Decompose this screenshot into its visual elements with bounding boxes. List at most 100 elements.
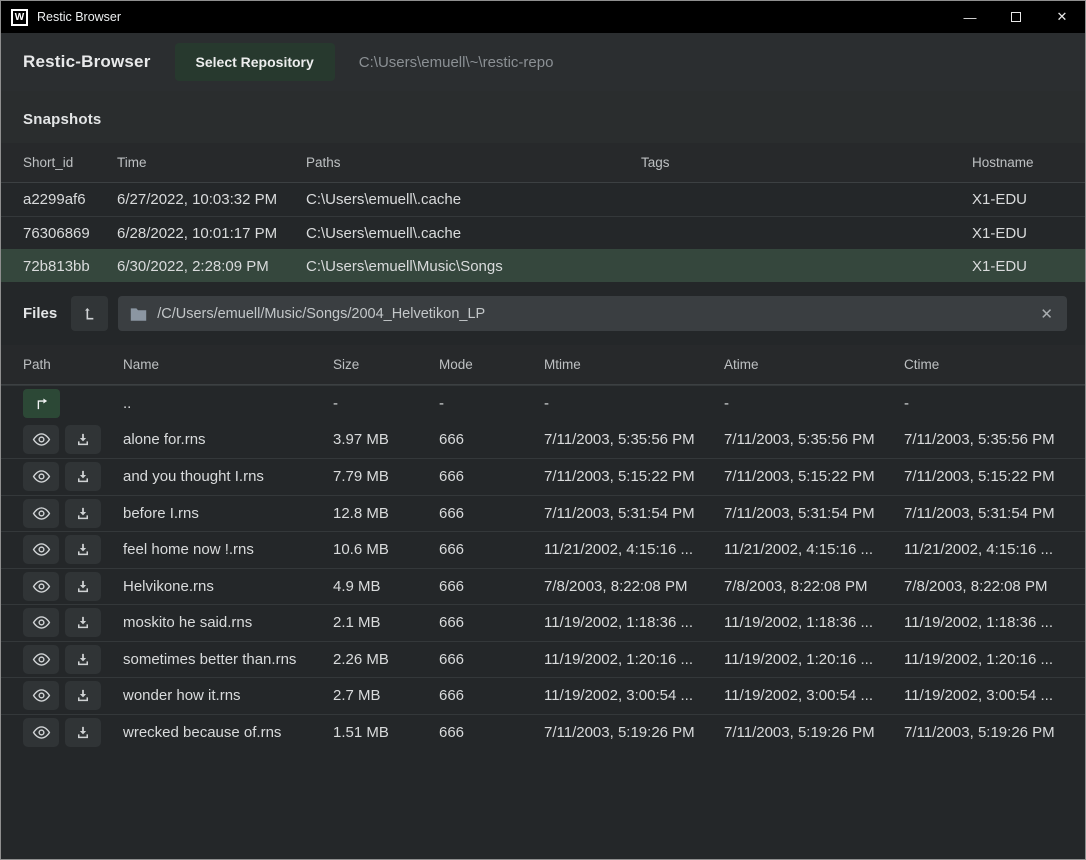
snapshot-hostname: X1-EDU <box>972 191 1067 208</box>
clear-path-button[interactable]: ✕ <box>1038 305 1055 323</box>
parent-directory-row: .. - - - - - <box>1 385 1085 422</box>
col-mode: Mode <box>439 357 544 372</box>
file-mode: 666 <box>439 687 544 704</box>
wails-app-icon: W <box>11 9 28 26</box>
file-atime: 7/11/2003, 5:19:26 PM <box>724 724 904 741</box>
file-row: Helvikone.rns 4.9 MB 666 7/8/2003, 8:22:… <box>1 568 1085 605</box>
col-name: Name <box>123 357 333 372</box>
folder-icon <box>130 307 147 321</box>
download-file-button[interactable] <box>65 572 101 601</box>
file-name: wonder how it.rns <box>123 687 333 704</box>
parent-name: .. <box>123 395 333 412</box>
preview-file-button[interactable] <box>23 572 59 601</box>
download-file-button[interactable] <box>65 681 101 710</box>
preview-file-button[interactable] <box>23 645 59 674</box>
files-table-header: Path Name Size Mode Mtime Atime Ctime <box>1 345 1085 385</box>
col-time: Time <box>117 155 306 170</box>
snapshot-time: 6/30/2022, 2:28:09 PM <box>117 258 306 275</box>
preview-file-button[interactable] <box>23 535 59 564</box>
file-mode: 666 <box>439 724 544 741</box>
file-atime: 7/11/2003, 5:31:54 PM <box>724 505 904 522</box>
download-file-button[interactable] <box>65 462 101 491</box>
minimize-button[interactable]: — <box>947 1 993 33</box>
snapshot-hostname: X1-EDU <box>972 225 1067 242</box>
file-size: 2.1 MB <box>333 614 439 631</box>
file-ctime: 11/19/2002, 1:18:36 ... <box>904 614 1067 631</box>
preview-file-button[interactable] <box>23 499 59 528</box>
snapshots-section-header: Snapshots <box>1 91 1085 143</box>
file-size: 4.9 MB <box>333 578 439 595</box>
parent-mode: - <box>439 395 544 412</box>
file-row: sometimes better than.rns 2.26 MB 666 11… <box>1 641 1085 678</box>
col-size: Size <box>333 357 439 372</box>
file-mode: 666 <box>439 505 544 522</box>
snapshot-paths: C:\Users\emuell\.cache <box>306 225 641 242</box>
file-name: and you thought I.rns <box>123 468 333 485</box>
download-icon <box>75 615 91 630</box>
file-atime: 11/19/2002, 1:18:36 ... <box>724 614 904 631</box>
download-file-button[interactable] <box>65 535 101 564</box>
file-mtime: 11/19/2002, 3:00:54 ... <box>544 687 724 704</box>
eye-icon <box>32 542 51 557</box>
preview-file-button[interactable] <box>23 608 59 637</box>
download-file-button[interactable] <box>65 608 101 637</box>
preview-file-button[interactable] <box>23 681 59 710</box>
file-size: 2.7 MB <box>333 687 439 704</box>
snapshot-row[interactable]: 72b813bb 6/30/2022, 2:28:09 PM C:\Users\… <box>1 249 1085 282</box>
file-mtime: 11/19/2002, 1:20:16 ... <box>544 651 724 668</box>
file-mtime: 7/11/2003, 5:35:56 PM <box>544 431 724 448</box>
snapshots-table-header: Short_id Time Paths Tags Hostname <box>1 143 1085 183</box>
preview-file-button[interactable] <box>23 462 59 491</box>
download-file-button[interactable] <box>65 645 101 674</box>
download-file-button[interactable] <box>65 425 101 454</box>
col-hostname: Hostname <box>972 155 1067 170</box>
file-row: moskito he said.rns 2.1 MB 666 11/19/200… <box>1 604 1085 641</box>
go-up-button[interactable] <box>23 389 60 418</box>
file-atime: 7/8/2003, 8:22:08 PM <box>724 578 904 595</box>
file-ctime: 11/19/2002, 3:00:54 ... <box>904 687 1067 704</box>
download-icon <box>75 432 91 447</box>
download-icon <box>75 469 91 484</box>
file-size: 7.79 MB <box>333 468 439 485</box>
download-icon <box>75 688 91 703</box>
file-mtime: 7/11/2003, 5:15:22 PM <box>544 468 724 485</box>
eye-icon <box>32 725 51 740</box>
preview-file-button[interactable] <box>23 425 59 454</box>
preview-file-button[interactable] <box>23 718 59 747</box>
file-atime: 11/19/2002, 3:00:54 ... <box>724 687 904 704</box>
files-table-body: alone for.rns 3.97 MB 666 7/11/2003, 5:3… <box>1 422 1085 751</box>
window-title: Restic Browser <box>37 10 947 24</box>
download-icon <box>75 725 91 740</box>
file-mtime: 7/11/2003, 5:19:26 PM <box>544 724 724 741</box>
files-bar: Files /C/Users/emuell/Music/Songs/2004_H… <box>1 282 1085 345</box>
file-ctime: 7/11/2003, 5:15:22 PM <box>904 468 1067 485</box>
col-mtime: Mtime <box>544 357 724 372</box>
close-icon: ✕ <box>1040 306 1053 323</box>
snapshot-row[interactable]: a2299af6 6/27/2022, 10:03:32 PM C:\Users… <box>1 183 1085 216</box>
snapshot-row[interactable]: 76306869 6/28/2022, 10:01:17 PM C:\Users… <box>1 216 1085 249</box>
close-button[interactable]: ✕ <box>1039 1 1085 33</box>
col-ctime: Ctime <box>904 357 1067 372</box>
file-size: 12.8 MB <box>333 505 439 522</box>
parent-atime: - <box>724 395 904 412</box>
file-row: and you thought I.rns 7.79 MB 666 7/11/2… <box>1 458 1085 495</box>
download-file-button[interactable] <box>65 718 101 747</box>
tree-mode-toggle-button[interactable] <box>71 296 108 331</box>
file-mtime: 7/11/2003, 5:31:54 PM <box>544 505 724 522</box>
col-paths: Paths <box>306 155 641 170</box>
file-name: alone for.rns <box>123 431 333 448</box>
file-size: 1.51 MB <box>333 724 439 741</box>
snapshot-paths: C:\Users\emuell\.cache <box>306 191 641 208</box>
current-path-bar[interactable]: /C/Users/emuell/Music/Songs/2004_Helveti… <box>118 296 1067 331</box>
col-tags: Tags <box>641 155 972 170</box>
download-file-button[interactable] <box>65 499 101 528</box>
file-size: 3.97 MB <box>333 431 439 448</box>
file-row: wonder how it.rns 2.7 MB 666 11/19/2002,… <box>1 677 1085 714</box>
file-name: moskito he said.rns <box>123 614 333 631</box>
file-name: before I.rns <box>123 505 333 522</box>
maximize-button[interactable] <box>993 1 1039 33</box>
file-size: 2.26 MB <box>333 651 439 668</box>
file-atime: 11/19/2002, 1:20:16 ... <box>724 651 904 668</box>
file-name: wrecked because of.rns <box>123 724 333 741</box>
select-repository-button[interactable]: Select Repository <box>175 43 335 81</box>
